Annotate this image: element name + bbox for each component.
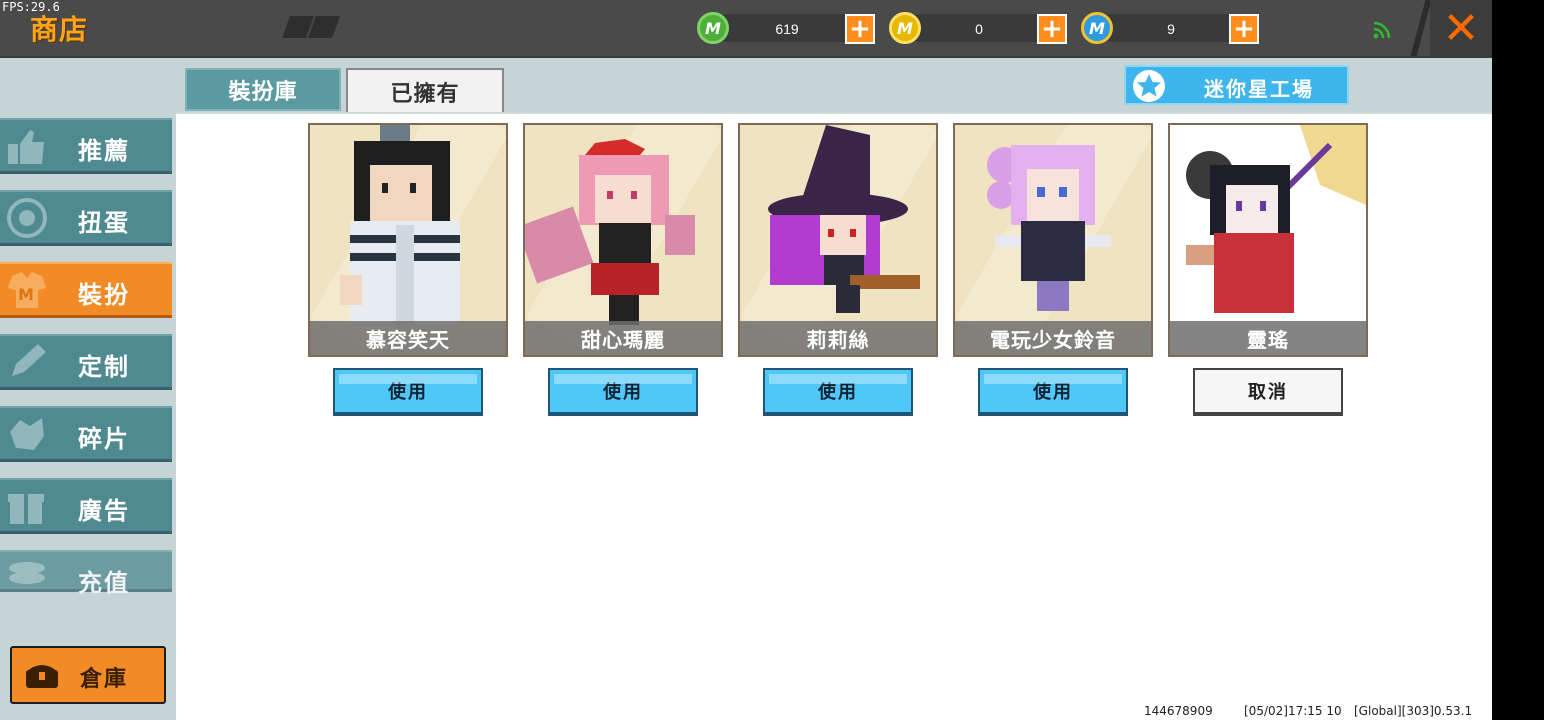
tab-owned[interactable]: 已擁有 <box>346 68 504 113</box>
sidebar-item-ads[interactable]: 廣告 <box>0 478 172 534</box>
coins-icon <box>9 562 45 584</box>
sidebar-item-fragments[interactable]: 碎片 <box>0 406 172 462</box>
wifi-signal-icon <box>1373 21 1391 39</box>
character-portrait <box>987 145 1111 311</box>
sidebar-item-recommend[interactable]: 推薦 <box>0 118 172 174</box>
cancel-outfit-button[interactable]: 取消 <box>1193 368 1343 416</box>
blue-coin-count: 9 <box>1167 21 1175 37</box>
character-portrait <box>340 125 460 325</box>
green-gem-coin-icon: M <box>697 12 729 44</box>
sidebar-item-label: 碎片 <box>78 425 130 453</box>
screen-edge <box>1492 0 1544 720</box>
add-gold-coins-button[interactable]: + <box>1037 14 1067 44</box>
user-id: 144678909 <box>1144 704 1213 718</box>
sidebar-item-label: 扭蛋 <box>78 209 130 237</box>
thumbs-up-icon <box>8 130 44 164</box>
fragment-icon <box>10 418 44 450</box>
pencil-icon <box>12 344 46 376</box>
outfit-card[interactable]: 電玩少女鈴音 <box>953 123 1153 357</box>
timestamp: [05/02]17:15 10 <box>1244 704 1342 718</box>
use-outfit-button[interactable]: 使用 <box>763 368 913 416</box>
sidebar-item-customize[interactable]: 定制 <box>0 334 172 390</box>
mini-star-workshop-button[interactable]: 迷你星工場 <box>1124 65 1349 105</box>
outfit-name: 電玩少女鈴音 <box>955 321 1151 355</box>
outfit-card-equipped[interactable]: 靈瑤 <box>1168 123 1368 357</box>
gem-count: 619 <box>775 21 799 37</box>
decor-slash <box>1410 0 1432 56</box>
outfit-name: 莉莉絲 <box>740 321 936 355</box>
sidebar-item-outfit[interactable]: M 裝扮 <box>0 262 172 318</box>
outfit-card[interactable]: 甜心瑪麗 <box>523 123 723 357</box>
gold-mini-coin-icon: M <box>889 12 921 44</box>
add-gems-button[interactable]: + <box>845 14 875 44</box>
warehouse-label: 倉庫 <box>80 667 129 692</box>
close-button[interactable]: ✕ <box>1430 0 1492 56</box>
warehouse-button[interactable]: 倉庫 <box>10 646 166 704</box>
close-icon: ✕ <box>1442 2 1480 54</box>
page-title: 商店 <box>30 13 89 46</box>
sidebar-item-label: 定制 <box>78 353 130 381</box>
star-icon <box>1133 70 1165 102</box>
outfit-icon: M <box>8 272 46 308</box>
svg-text:M: M <box>18 285 34 304</box>
sidebar-item-label: 廣告 <box>78 497 130 525</box>
outfit-card[interactable]: 莉莉絲 <box>738 123 938 357</box>
sidebar-item-recharge[interactable]: 充值 <box>0 550 172 597</box>
use-outfit-button[interactable]: 使用 <box>548 368 698 416</box>
outfit-card[interactable]: 慕容笑天 <box>308 123 508 357</box>
tab-outfit-library[interactable]: 裝扮庫 <box>185 68 341 111</box>
use-outfit-button[interactable]: 使用 <box>333 368 483 416</box>
shop-screen: FPS:29.6 商店 M 619 + M 0 + M 9 + ✕ 推薦 扭蛋 … <box>0 0 1492 720</box>
top-bar: FPS:29.6 商店 M 619 + M 0 + M 9 + ✕ <box>0 0 1492 58</box>
gacha-icon <box>7 198 47 238</box>
sidebar-item-label: 裝扮 <box>78 281 130 309</box>
character-portrait <box>525 139 695 325</box>
outfit-name: 甜心瑪麗 <box>525 321 721 355</box>
add-blue-coins-button[interactable]: + <box>1229 14 1259 44</box>
blue-mini-coin-icon: M <box>1081 12 1113 44</box>
sidebar: 推薦 扭蛋 M 裝扮 定制 碎片 廣告 充值 <box>0 58 176 720</box>
version-info: [Global][303]0.53.1 <box>1354 704 1473 718</box>
workshop-label: 迷你星工場 <box>1204 77 1314 101</box>
gift-icon <box>8 494 44 524</box>
sidebar-item-label: 充值 <box>78 569 130 597</box>
outfit-name: 靈瑤 <box>1170 321 1366 355</box>
treasure-chest-icon <box>26 665 58 688</box>
gold-coin-count: 0 <box>975 21 983 37</box>
sidebar-item-gacha[interactable]: 扭蛋 <box>0 190 172 246</box>
character-portrait <box>1186 125 1366 313</box>
use-outfit-button[interactable]: 使用 <box>978 368 1128 416</box>
outfit-name: 慕容笑天 <box>310 321 506 355</box>
character-portrait <box>768 125 920 313</box>
sidebar-item-label: 推薦 <box>78 137 130 165</box>
